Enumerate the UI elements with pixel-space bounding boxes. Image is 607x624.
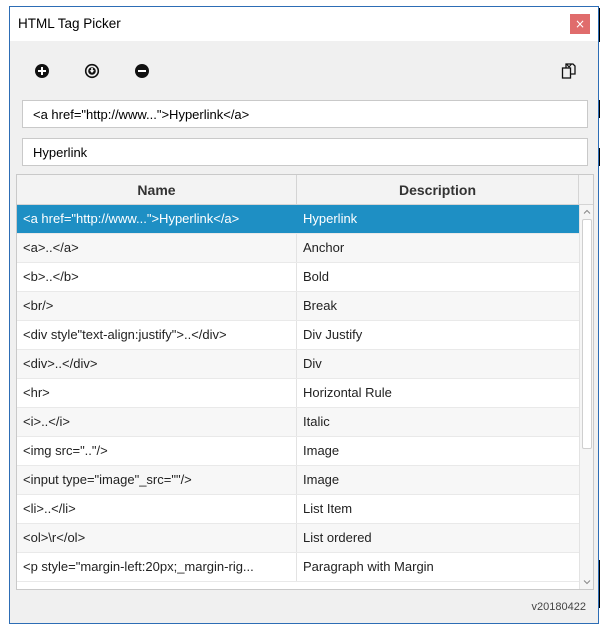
chevron-up-icon	[583, 209, 591, 214]
description-field[interactable]: Hyperlink	[22, 138, 588, 166]
close-button[interactable]: ×	[570, 14, 590, 34]
remove-circle-icon	[135, 64, 149, 78]
column-header-description[interactable]: Description	[297, 175, 579, 205]
cell-name: <img src=".."/>	[17, 437, 297, 465]
cell-description: Div Justify	[303, 327, 363, 342]
cell-name: <a href="http://www...">Hyperlink</a>	[17, 205, 297, 233]
cell-description: Horizontal Rule	[303, 385, 392, 400]
tag-table: Name Description <a href="http://www..."…	[16, 174, 594, 590]
scroll-up-button[interactable]	[580, 205, 593, 219]
cell-name: <ol>\r</ol>	[17, 524, 297, 552]
copy-button[interactable]	[560, 62, 578, 80]
cell-description: List Item	[303, 501, 353, 516]
cell-name: <div>..</div>	[17, 350, 297, 378]
cell-description: Image	[303, 443, 340, 458]
cell-name: <input type="image"_src=""/>	[17, 466, 297, 494]
cell-name: <i>..</i>	[17, 408, 297, 436]
table-row[interactable]: <i>..</i> Italic	[17, 408, 579, 437]
chevron-down-icon	[583, 580, 591, 585]
table-row[interactable]: <a>..</a> Anchor	[17, 234, 579, 263]
table-row[interactable]: <br/> Break	[17, 292, 579, 321]
column-header-name[interactable]: Name	[17, 175, 297, 205]
scroll-down-button[interactable]	[580, 575, 593, 589]
cell-description: Div	[303, 356, 322, 371]
download-circle-icon	[84, 63, 100, 79]
cell-description: Hyperlink	[303, 211, 358, 226]
download-button[interactable]	[84, 63, 100, 79]
cell-name: <div style"text-align:justify">..</div>	[17, 321, 297, 349]
cell-description: Italic	[303, 414, 330, 429]
table-row[interactable]: <div style"text-align:justify">..</div> D…	[17, 321, 579, 350]
remove-button[interactable]	[134, 63, 150, 79]
tag-field[interactable]: <a href="http://www...">Hyperlink</a>	[22, 100, 588, 128]
tag-picker-dialog: HTML Tag Picker × <a href="http://www...…	[9, 6, 599, 624]
table-row[interactable]: <div>..</div> Div	[17, 350, 579, 379]
cell-name: <b>..</b>	[17, 263, 297, 291]
table-row[interactable]: <p style="margin-left:20px;_margin-rig..…	[17, 553, 579, 582]
scrollbar-thumb[interactable]	[582, 219, 592, 449]
table-row[interactable]: <ol>\r</ol> List ordered	[17, 524, 579, 553]
cell-description: Bold	[303, 269, 330, 284]
table-row[interactable]: <a href="http://www...">Hyperlink</a> Hyp…	[17, 205, 579, 234]
cell-description: List ordered	[303, 530, 372, 545]
cell-description: Break	[303, 298, 337, 313]
window-title: HTML Tag Picker	[18, 16, 121, 31]
table-header: Name Description	[17, 175, 593, 205]
cell-name: <p style="margin-left:20px;_margin-rig..…	[17, 553, 297, 581]
version-label: v20180422	[531, 601, 586, 613]
copy-icon	[561, 63, 576, 79]
background-app-right-edge	[598, 0, 607, 624]
cell-description: Image	[303, 472, 340, 487]
cell-name: <br/>	[17, 292, 297, 320]
cell-description: Anchor	[303, 240, 345, 255]
table-row[interactable]: <b>..</b> Bold	[17, 263, 579, 292]
cell-name: <hr>	[17, 379, 297, 407]
add-circle-icon	[35, 64, 49, 78]
cell-description: Paragraph with Margin	[303, 559, 434, 574]
table-row[interactable]: <hr> Horizontal Rule	[17, 379, 579, 408]
table-row[interactable]: <input type="image"_src=""/> Image	[17, 466, 579, 495]
add-button[interactable]	[34, 63, 50, 79]
vertical-scrollbar[interactable]	[579, 205, 593, 589]
title-bar[interactable]: HTML Tag Picker ×	[10, 7, 598, 41]
toolbar	[10, 41, 598, 91]
cell-name: <li>..</li>	[17, 495, 297, 523]
cell-name: <a>..</a>	[17, 234, 297, 262]
table-row[interactable]: <img src=".."/> Image	[17, 437, 579, 466]
table-row[interactable]: <li>..</li> List Item	[17, 495, 579, 524]
